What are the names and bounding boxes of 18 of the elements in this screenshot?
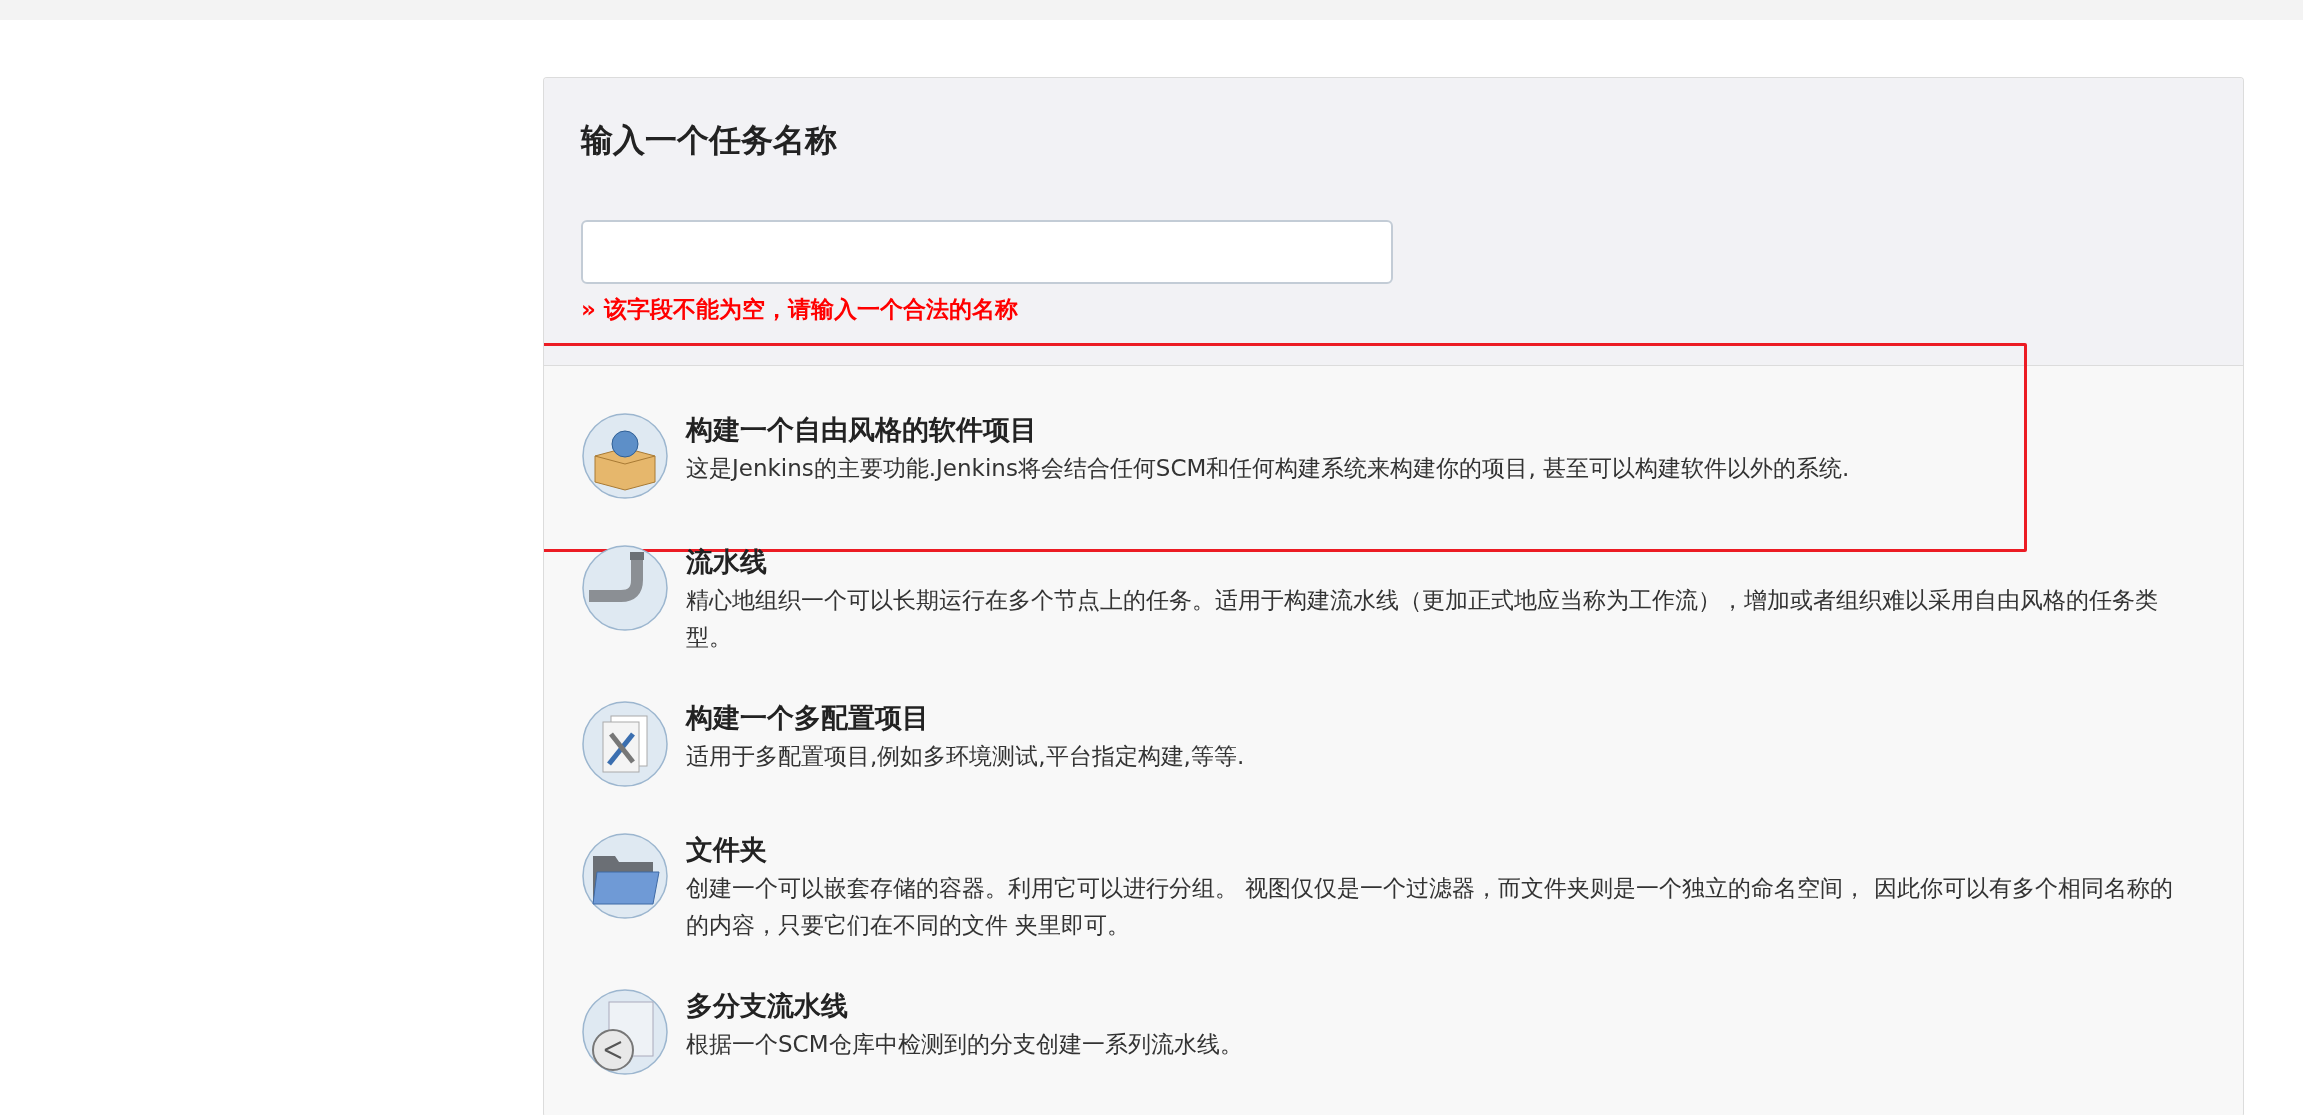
- branch-icon: [581, 987, 669, 1076]
- item-type-description: 这是Jenkins的主要功能.Jenkins将会结合任何SCM和任何构建系统来构建你的项目, 甚至可以构建软件以外的系统.: [686, 453, 1850, 483]
- section-title: 输入一个任务名称: [581, 120, 838, 161]
- item-type-title[interactable]: 构建一个多配置项目: [686, 697, 1245, 738]
- tools-icon: [581, 699, 669, 788]
- item-type-title[interactable]: 构建一个自由风格的软件项目: [686, 409, 1850, 450]
- item-type-description: 适用于多配置项目,例如多环境测试,平台指定构建,等等.: [686, 741, 1245, 771]
- item-type-description: 精心地组织一个可以长期运行在多个节点上的任务。适用于构建流水线（更加正式地应当称为工作流），增加或者组织难以采用自由风格的任务类型。: [686, 585, 2159, 652]
- pipe-icon: [581, 543, 669, 632]
- item-type-title[interactable]: 文件夹: [686, 829, 2176, 870]
- validation-error: » 该字段不能为空，请输入一个合法的名称: [581, 295, 1019, 324]
- item-type-description: 创建一个可以嵌套存储的容器。利用它可以进行分组。 视图仅仅是一个过滤器，而文件夹则是一个独立的命名空间， 因此你可以有多个相同名称的的内容，只要它们在不同的文件 夹里即可。: [686, 873, 2174, 940]
- item-type-title[interactable]: 多分支流水线: [686, 985, 1243, 1026]
- box-icon: [581, 411, 669, 500]
- item-name-field[interactable]: [581, 220, 1393, 284]
- item-type-description: 根据一个SCM仓库中检测到的分支创建一系列流水线。: [686, 1029, 1243, 1059]
- item-type-title[interactable]: 流水线: [686, 541, 2176, 582]
- folder-icon: [581, 831, 669, 920]
